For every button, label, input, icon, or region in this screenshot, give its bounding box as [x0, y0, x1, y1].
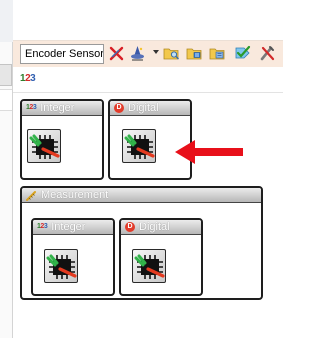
integer-sensor-tile[interactable]	[27, 129, 61, 163]
measurement-icon	[26, 190, 36, 201]
wizard-icon[interactable]	[129, 45, 146, 62]
integer-block[interactable]: 123 Integer	[20, 99, 104, 180]
measurement-integer-block-title: Integer	[51, 220, 86, 233]
measurement-digital-block[interactable]: D Digital	[119, 218, 203, 296]
measurement-block-header[interactable]: Measurement	[22, 188, 261, 203]
integer-type-icon: 123	[37, 223, 48, 230]
digital-block-title: Digital	[128, 101, 159, 114]
measurement-block-title: Measurement	[41, 188, 109, 201]
left-panel-tab[interactable]	[0, 64, 12, 86]
folder-search-icon[interactable]	[163, 45, 180, 62]
measurement-integer-block[interactable]: 123 Integer	[31, 218, 115, 296]
wizard-dropdown-chevron-icon[interactable]	[153, 50, 159, 54]
folder-load-icon[interactable]	[186, 45, 203, 62]
digital-type-icon: D	[114, 103, 124, 113]
tools-icon[interactable]	[259, 45, 276, 62]
measurement-digital-block-title: Digital	[139, 220, 170, 233]
digital-sensor-tile[interactable]	[122, 129, 156, 163]
measurement-integer-block-header[interactable]: 123 Integer	[33, 220, 113, 235]
red-arrow-icon	[175, 140, 243, 164]
sensor-chip-icon	[46, 254, 77, 279]
measurement-integer-sensor-tile[interactable]	[44, 249, 78, 283]
integer-block-title: Integer	[40, 101, 75, 114]
measurement-digital-sensor-tile[interactable]	[132, 249, 166, 283]
folder-config-icon[interactable]	[209, 45, 226, 62]
mini-toolbar	[13, 67, 283, 93]
sensor-chip-icon	[124, 134, 155, 159]
left-panel-tab-blank[interactable]	[0, 89, 12, 111]
check-tag-icon[interactable]	[234, 45, 251, 62]
integer-numbers-icon[interactable]: 123	[20, 72, 40, 86]
digital-type-icon: D	[125, 222, 135, 232]
left-panel	[0, 42, 13, 338]
sensor-type-select[interactable]: Encoder Sensor	[20, 44, 104, 64]
measurement-digital-block-header[interactable]: D Digital	[121, 220, 201, 235]
integer-type-icon: 123	[26, 104, 37, 111]
measurement-block[interactable]: Measurement 123 Integer D Digital	[20, 186, 263, 300]
digital-block-header[interactable]: D Digital	[110, 101, 190, 116]
sensor-chip-icon	[134, 254, 165, 279]
left-panel-top	[0, 0, 13, 42]
top-area	[13, 0, 283, 40]
sensor-chip-icon	[29, 134, 60, 159]
integer-block-header[interactable]: 123 Integer	[22, 101, 102, 116]
x-tool-icon[interactable]	[108, 45, 125, 62]
